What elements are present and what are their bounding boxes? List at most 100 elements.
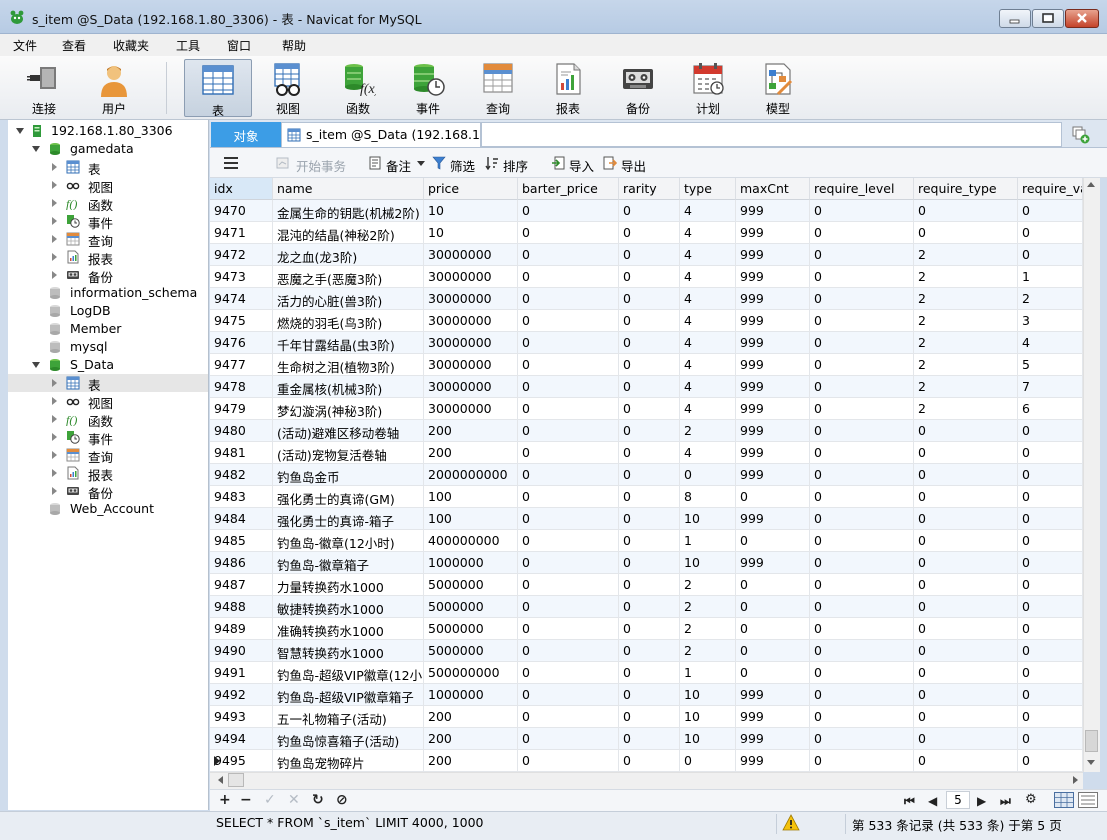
table-cell[interactable]: 强化勇士的真谛-箱子: [273, 508, 424, 530]
menu-help[interactable]: 帮助: [282, 37, 306, 54]
table-cell[interactable]: (活动)宠物复活卷轴: [273, 442, 424, 464]
menu-tools[interactable]: 工具: [176, 37, 200, 54]
tree-connection[interactable]: 192.168.1.80_3306: [8, 122, 208, 140]
table-cell[interactable]: 0: [1018, 640, 1083, 662]
table-cell[interactable]: 0: [810, 574, 914, 596]
table-cell[interactable]: 999: [736, 464, 810, 486]
table-cell[interactable]: 0: [518, 288, 619, 310]
column-header-name[interactable]: name: [273, 178, 424, 200]
table-cell[interactable]: 重金属核(机械3阶): [273, 376, 424, 398]
column-header-maxcnt[interactable]: maxCnt: [736, 178, 810, 200]
table-cell[interactable]: 0: [914, 200, 1018, 222]
table-cell[interactable]: 0: [619, 508, 680, 530]
table-cell[interactable]: 0: [518, 244, 619, 266]
table-cell[interactable]: 999: [736, 728, 810, 750]
table-cell[interactable]: 龙之血(龙3阶): [273, 244, 424, 266]
table-cell[interactable]: 5: [1018, 354, 1083, 376]
table-cell[interactable]: 0: [914, 222, 1018, 244]
table-cell[interactable]: 0: [518, 728, 619, 750]
table-cell[interactable]: 0: [1018, 244, 1083, 266]
tree-s-data-queries[interactable]: 查询: [8, 446, 208, 465]
table-cell[interactable]: 钓鱼岛-超级VIP徽章箱子: [273, 684, 424, 706]
scroll-right-icon[interactable]: [1073, 776, 1078, 784]
table-cell[interactable]: 0: [619, 574, 680, 596]
connect-button[interactable]: 连接: [12, 58, 76, 116]
table-cell[interactable]: 200: [424, 728, 518, 750]
table-cell[interactable]: 0: [810, 222, 914, 244]
table-cell[interactable]: 0: [914, 640, 1018, 662]
table-cell[interactable]: 0: [914, 750, 1018, 772]
table-cell[interactable]: 0: [810, 486, 914, 508]
table-cell[interactable]: 30000000: [424, 266, 518, 288]
collapse-arrow-icon[interactable]: [52, 217, 57, 225]
table-cell[interactable]: 0: [810, 200, 914, 222]
table-cell[interactable]: 2: [680, 420, 736, 442]
table-cell[interactable]: 2: [680, 574, 736, 596]
table-cell[interactable]: 30000000: [424, 332, 518, 354]
table-cell[interactable]: 0: [810, 596, 914, 618]
table-cell[interactable]: 0: [810, 288, 914, 310]
table-cell[interactable]: 0: [914, 684, 1018, 706]
collapse-arrow-icon[interactable]: [52, 379, 57, 387]
table-cell[interactable]: 30000000: [424, 310, 518, 332]
table-cell[interactable]: 9494: [210, 728, 273, 750]
table-cell[interactable]: 0: [914, 486, 1018, 508]
table-cell[interactable]: 0: [619, 200, 680, 222]
table-cell[interactable]: 5000000: [424, 618, 518, 640]
table-cell[interactable]: 力量转换药水1000: [273, 574, 424, 596]
table-cell[interactable]: 4: [680, 398, 736, 420]
table-cell[interactable]: 0: [914, 552, 1018, 574]
tree-db-member[interactable]: Member: [8, 320, 208, 338]
scroll-down-icon[interactable]: [1087, 760, 1095, 765]
sort-button[interactable]: 排序: [503, 156, 528, 175]
table-cell[interactable]: 0: [619, 684, 680, 706]
table-cell[interactable]: 0: [518, 662, 619, 684]
table-cell[interactable]: 0: [914, 662, 1018, 684]
table-cell[interactable]: 0: [619, 420, 680, 442]
table-cell[interactable]: 9476: [210, 332, 273, 354]
table-cell[interactable]: 400000000: [424, 530, 518, 552]
table-cell[interactable]: 10: [680, 728, 736, 750]
table-cell[interactable]: 0: [518, 398, 619, 420]
scroll-up-icon[interactable]: [1087, 182, 1095, 187]
collapse-arrow-icon[interactable]: [52, 469, 57, 477]
function-button[interactable]: f(x) 函数: [326, 58, 390, 116]
table-cell[interactable]: 0: [810, 244, 914, 266]
table-cell[interactable]: 0: [518, 222, 619, 244]
table-cell[interactable]: 0: [619, 442, 680, 464]
form-view-icon[interactable]: [1078, 792, 1098, 808]
table-cell[interactable]: 9486: [210, 552, 273, 574]
scroll-left-icon[interactable]: [218, 776, 223, 784]
table-cell[interactable]: 4: [680, 332, 736, 354]
table-cell[interactable]: 999: [736, 244, 810, 266]
expand-arrow-icon[interactable]: [32, 362, 40, 368]
table-cell[interactable]: 0: [518, 574, 619, 596]
table-cell[interactable]: 9491: [210, 662, 273, 684]
table-cell[interactable]: 999: [736, 354, 810, 376]
table-cell[interactable]: 9470: [210, 200, 273, 222]
table-cell[interactable]: 9472: [210, 244, 273, 266]
table-cell[interactable]: 999: [736, 288, 810, 310]
table-cell[interactable]: 0: [518, 200, 619, 222]
table-cell[interactable]: 钓鱼岛-徽章箱子: [273, 552, 424, 574]
table-cell[interactable]: 0: [1018, 662, 1083, 684]
tree-gamedata-reports[interactable]: 报表: [8, 248, 208, 267]
table-cell[interactable]: 0: [518, 596, 619, 618]
next-page-icon[interactable]: ▶: [977, 794, 986, 808]
menu-window[interactable]: 窗口: [227, 37, 251, 54]
table-cell[interactable]: 0: [619, 618, 680, 640]
table-cell[interactable]: 9490: [210, 640, 273, 662]
collapse-arrow-icon[interactable]: [52, 181, 57, 189]
table-cell[interactable]: 200: [424, 442, 518, 464]
table-cell[interactable]: 5000000: [424, 640, 518, 662]
table-cell[interactable]: 30000000: [424, 354, 518, 376]
table-cell[interactable]: 0: [619, 398, 680, 420]
table-cell[interactable]: 1000000: [424, 552, 518, 574]
table-cell[interactable]: 0: [518, 442, 619, 464]
delete-record-icon[interactable]: −: [240, 792, 252, 808]
table-cell[interactable]: 0: [619, 530, 680, 552]
table-cell[interactable]: 4: [680, 288, 736, 310]
table-cell[interactable]: 2: [680, 596, 736, 618]
grid-view-icon[interactable]: [1054, 792, 1074, 808]
close-button[interactable]: [1065, 9, 1099, 28]
